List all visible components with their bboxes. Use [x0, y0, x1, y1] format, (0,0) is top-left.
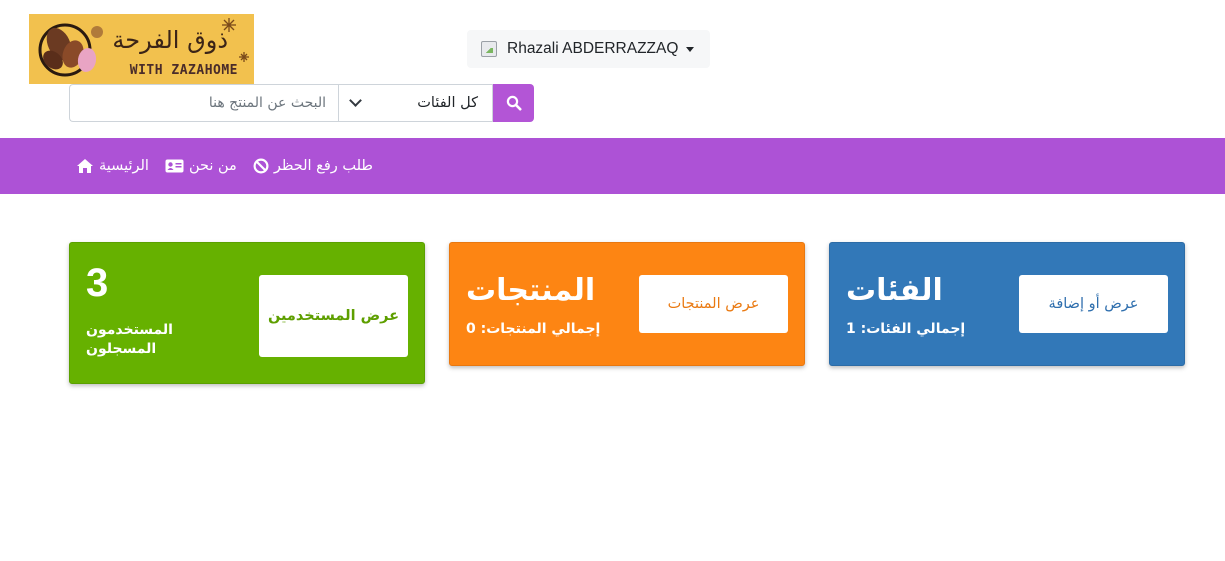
id-card-icon	[165, 159, 184, 173]
users-card: 3 المستخدمون المسجلون عرض المستخدمين	[69, 242, 425, 384]
nav-item-label: طلب رفع الحظر	[273, 158, 373, 174]
nav-item-home[interactable]: الرئيسية	[76, 158, 149, 174]
ban-icon	[253, 158, 269, 174]
view-add-categories-button[interactable]: عرض أو إضافة	[1019, 275, 1168, 333]
nav-item-label: من نحن	[188, 158, 237, 174]
search-icon	[506, 95, 521, 111]
nav-item-about[interactable]: من نحن	[165, 158, 237, 174]
users-card-subtitle: المستخدمون المسجلون	[86, 322, 173, 357]
categories-card-title: الفئات	[846, 273, 943, 308]
site-logo[interactable]: ذوق الفرحة WITH ZAZAHOME	[29, 14, 254, 84]
view-users-button[interactable]: عرض المستخدمين	[259, 275, 408, 357]
category-select[interactable]: كل الفئات	[338, 84, 493, 122]
products-card: المنتجات إجمالي المنتجات: 0 عرض المنتجات	[449, 242, 805, 366]
products-card-title: المنتجات	[466, 273, 596, 308]
products-card-subtitle: إجمالي المنتجات: 0	[466, 321, 601, 337]
nav-item-label: الرئيسية	[99, 158, 149, 174]
caret-down-icon	[686, 46, 695, 52]
logo-english-text: WITH ZAZAHOME	[129, 63, 238, 78]
categories-card: الفئات إجمالي الفئات: 1 عرض أو إضافة	[829, 242, 1185, 366]
search-input[interactable]	[69, 84, 338, 122]
nav-item-unban-request[interactable]: طلب رفع الحظر	[253, 158, 373, 174]
view-products-button[interactable]: عرض المنتجات	[639, 275, 788, 333]
categories-card-subtitle: إجمالي الفئات: 1	[846, 321, 966, 337]
main-navbar: الرئيسية من نحن طلب رفع الحظر	[0, 138, 1225, 194]
category-select-value: كل الفئات	[417, 95, 478, 111]
avatar	[481, 41, 497, 57]
chevron-down-icon	[349, 94, 362, 107]
search-button[interactable]	[493, 84, 534, 122]
users-count: 3	[86, 261, 109, 305]
logo-arabic-text: ذوق الفرحة	[112, 26, 228, 54]
user-menu-dropdown[interactable]: Rhazali ABDERRAZZAQ	[467, 30, 710, 68]
home-icon	[77, 159, 93, 173]
search-bar: كل الفئات	[69, 84, 534, 122]
user-name: Rhazali ABDERRAZZAQ	[507, 40, 679, 57]
